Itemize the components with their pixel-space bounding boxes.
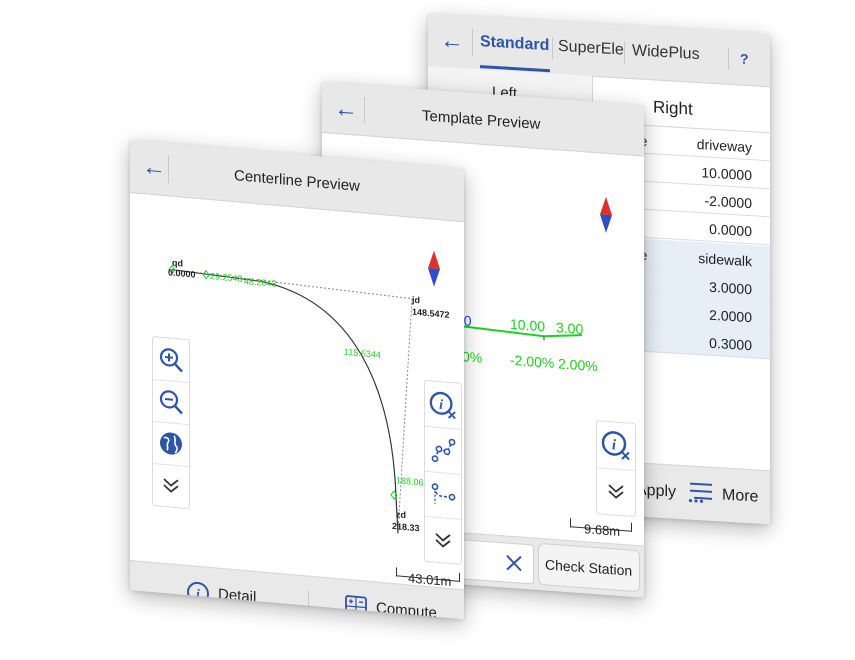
template-toolbox: i xyxy=(596,420,636,518)
svg-text:i: i xyxy=(612,437,617,453)
info-clear-icon: i xyxy=(601,431,630,461)
back-arrow-icon[interactable]: ← xyxy=(142,153,166,182)
back-arrow-icon[interactable]: ← xyxy=(334,95,358,124)
page-title: Centerline Preview xyxy=(234,167,360,196)
tab-separator xyxy=(728,47,729,70)
more-button[interactable]: More xyxy=(722,486,758,506)
zoom-extent-button[interactable] xyxy=(153,421,189,468)
expand-tools-button[interactable] xyxy=(597,467,635,516)
tab-separator xyxy=(552,37,553,60)
detail-button[interactable]: i Detail xyxy=(186,578,306,618)
close-icon[interactable] xyxy=(505,553,523,572)
expand-tools-button[interactable] xyxy=(153,463,189,508)
check-station-label: Check Station xyxy=(545,556,633,579)
help-button[interactable]: ? xyxy=(740,51,749,68)
check-station-button[interactable]: Check Station xyxy=(538,542,640,593)
row-value: sidewalk xyxy=(698,250,752,270)
width-2-label: 3.00 xyxy=(556,319,584,338)
slope-1-label: -2.00% xyxy=(510,351,555,372)
expand-tools-button[interactable] xyxy=(425,516,461,564)
point-jd-label: jd xyxy=(412,294,420,306)
compute-label: Compute xyxy=(376,599,437,620)
tab-superele[interactable]: SuperEle xyxy=(558,38,624,60)
slope-2-label: 2.00% xyxy=(558,355,598,375)
row-value: 0.0000 xyxy=(709,220,752,240)
page-title: Template Preview xyxy=(422,107,541,134)
svg-text:i: i xyxy=(439,397,443,412)
calculator-icon xyxy=(345,595,367,619)
plot-toolbox: i xyxy=(424,379,462,566)
info-tool-button[interactable]: i xyxy=(597,421,635,471)
tab-standard[interactable]: Standard xyxy=(480,33,549,55)
row-value: 2.0000 xyxy=(709,306,752,326)
side-right-label: Right xyxy=(653,97,693,119)
zoom-out-icon xyxy=(159,390,183,415)
tab-wideplus[interactable]: WidePlus xyxy=(632,42,700,64)
zoom-out-button[interactable] xyxy=(153,379,189,426)
detail-label: Detail xyxy=(218,585,257,607)
info-icon: i xyxy=(187,581,209,604)
globe-icon xyxy=(160,432,182,455)
compass-icon xyxy=(600,196,612,233)
footer-separator xyxy=(308,590,309,617)
chevron-double-down-icon xyxy=(435,532,451,548)
more-menu-icon[interactable] xyxy=(688,480,714,504)
polyline-nodes-icon xyxy=(431,438,456,462)
polyline-tool-button[interactable] xyxy=(425,425,461,475)
chevron-double-down-icon xyxy=(163,478,179,493)
slope-left-label: 0% xyxy=(462,348,483,366)
chevron-double-down-icon xyxy=(608,484,624,499)
row-value: 10.0000 xyxy=(701,164,752,184)
curve-tool-button[interactable] xyxy=(425,470,461,520)
back-arrow-icon[interactable]: ← xyxy=(440,27,464,55)
params-table: me driveway de 10.0000 de -2.0000 rb 0.0… xyxy=(624,123,770,383)
row-value: 3.0000 xyxy=(709,278,752,298)
zoom-in-icon xyxy=(159,348,183,373)
svg-text:i: i xyxy=(196,586,200,601)
header-separator xyxy=(364,97,365,124)
width-1-label: 10.00 xyxy=(510,315,546,335)
row-value: 0.3000 xyxy=(709,334,752,354)
zoom-in-button[interactable] xyxy=(153,337,189,384)
row-value: driveway xyxy=(696,135,752,156)
tab-separator xyxy=(624,41,625,64)
curve-nodes-icon xyxy=(431,482,456,504)
row-value: -2.0000 xyxy=(704,192,752,212)
centerline-card: ← Centerline Preview qd 0.0000 29.2548 4… xyxy=(130,140,464,620)
header-separator xyxy=(168,155,169,184)
zoom-toolbox xyxy=(152,335,190,510)
header-separator xyxy=(472,28,473,57)
point-zd-label: zd xyxy=(396,509,406,521)
info-tool-button[interactable]: i xyxy=(425,380,461,430)
info-clear-icon: i xyxy=(429,391,456,419)
scale-label: 9.68m xyxy=(584,521,621,539)
compute-button[interactable]: Compute xyxy=(344,592,464,619)
